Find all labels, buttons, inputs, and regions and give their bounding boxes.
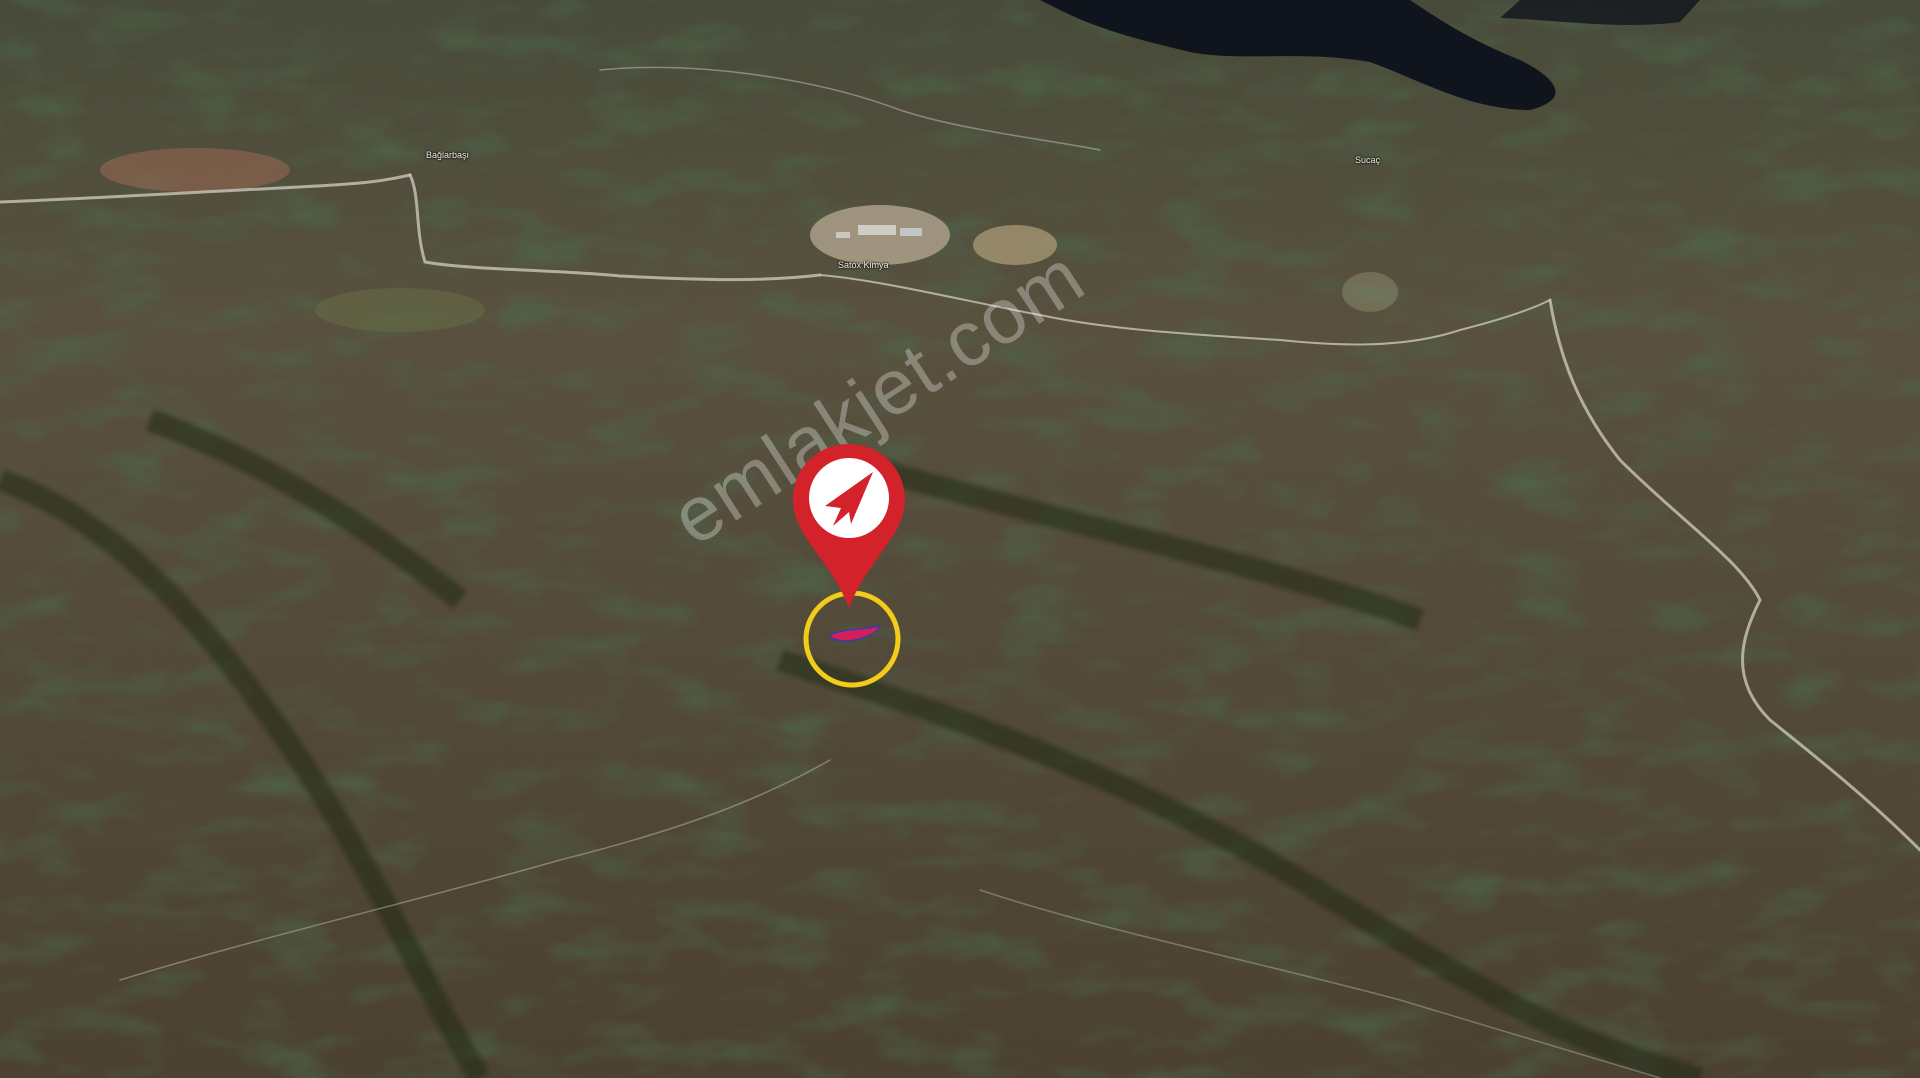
industrial-facility (810, 205, 950, 265)
village-label-baglarbasi: Bağlarbaşı (426, 150, 470, 160)
satellite-terrain (0, 0, 1920, 1078)
village-label-sucac: Sucaç (1355, 155, 1381, 165)
location-pin[interactable] (789, 442, 909, 612)
facility-label-satox-kimya: Satox Kimya (838, 260, 889, 270)
satellite-map-view[interactable]: Bağlarbaşı Sucaç Satox Kimya emlakjet.co… (0, 0, 1920, 1078)
